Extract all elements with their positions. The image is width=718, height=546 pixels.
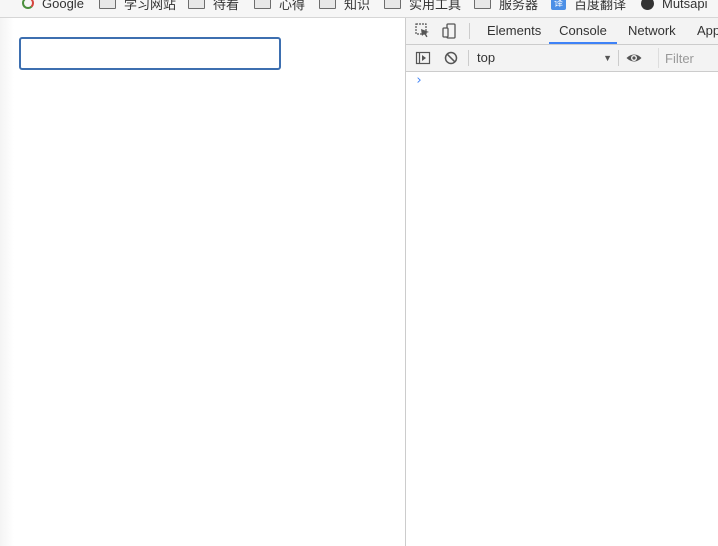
bookmark-label: Mutsapi [662, 0, 708, 11]
circle-icon [641, 0, 654, 10]
text-input[interactable] [19, 37, 281, 70]
context-selector[interactable]: top ▼ [472, 48, 614, 68]
tab-console[interactable]: Console [549, 18, 617, 44]
bookmark-label: 知识 [344, 0, 371, 12]
bookmark-label: 实用工具 [409, 0, 462, 12]
console-output[interactable]: › [406, 72, 718, 546]
bookmark-folder-study[interactable]: 学习网站 [99, 0, 177, 12]
bookmarks-bar: Google 学习网站 待看 心得 知识 实用工具 服务器 译 百度翻译 Mut… [0, 0, 718, 18]
bookmark-folder-tools[interactable]: 实用工具 [384, 0, 462, 12]
bookmark-folder-server[interactable]: 服务器 [474, 0, 539, 12]
context-value: top [477, 50, 496, 65]
eye-icon[interactable] [625, 49, 643, 67]
tab-elements[interactable]: Elements [487, 18, 541, 44]
devtools-tabbar: Elements Console Network App [406, 18, 718, 45]
toolbar-divider [618, 50, 619, 66]
dropdown-arrow-icon: ▼ [603, 53, 612, 63]
bookmark-folder-notes[interactable]: 心得 [254, 0, 306, 12]
bookmark-label: Google [42, 0, 84, 11]
inspect-element-icon[interactable] [414, 22, 432, 40]
console-toolbar: top ▼ [406, 45, 718, 72]
google-icon [22, 0, 34, 9]
toolbar-divider [469, 23, 470, 39]
page-viewport [0, 18, 405, 546]
folder-icon [254, 0, 271, 9]
folder-icon [474, 0, 491, 9]
bookmark-label: 服务器 [499, 0, 539, 12]
bookmark-mutsapi[interactable]: Mutsapi [641, 0, 708, 11]
prompt-chevron-icon: › [415, 73, 423, 88]
console-prompt[interactable]: › [406, 72, 718, 90]
bookmark-label: 百度翻译 [574, 0, 627, 12]
folder-icon [319, 0, 336, 9]
bookmark-folder-todo[interactable]: 待看 [188, 0, 240, 12]
folder-icon [99, 0, 116, 9]
tab-network[interactable]: Network [628, 18, 676, 44]
bookmark-google[interactable]: Google [22, 0, 84, 11]
bookmark-label: 学习网站 [124, 0, 177, 12]
clear-console-icon[interactable] [442, 49, 460, 67]
bookmark-label: 心得 [279, 0, 306, 12]
bookmark-label: 待看 [213, 0, 240, 12]
device-toolbar-icon[interactable] [440, 22, 458, 40]
filter-input[interactable] [658, 48, 718, 68]
show-sidebar-icon[interactable] [414, 49, 432, 67]
bookmark-folder-knowledge[interactable]: 知识 [319, 0, 371, 12]
toolbar-divider [468, 50, 469, 66]
page-edge-shadow [0, 18, 14, 546]
folder-icon [188, 0, 205, 9]
folder-icon [384, 0, 401, 9]
translate-icon: 译 [551, 0, 566, 10]
tab-application[interactable]: App [697, 18, 718, 44]
devtools-panel: Elements Console Network App top ▼ Filte… [405, 18, 718, 546]
bookmark-baidu-translate[interactable]: 译 百度翻译 [551, 0, 627, 12]
